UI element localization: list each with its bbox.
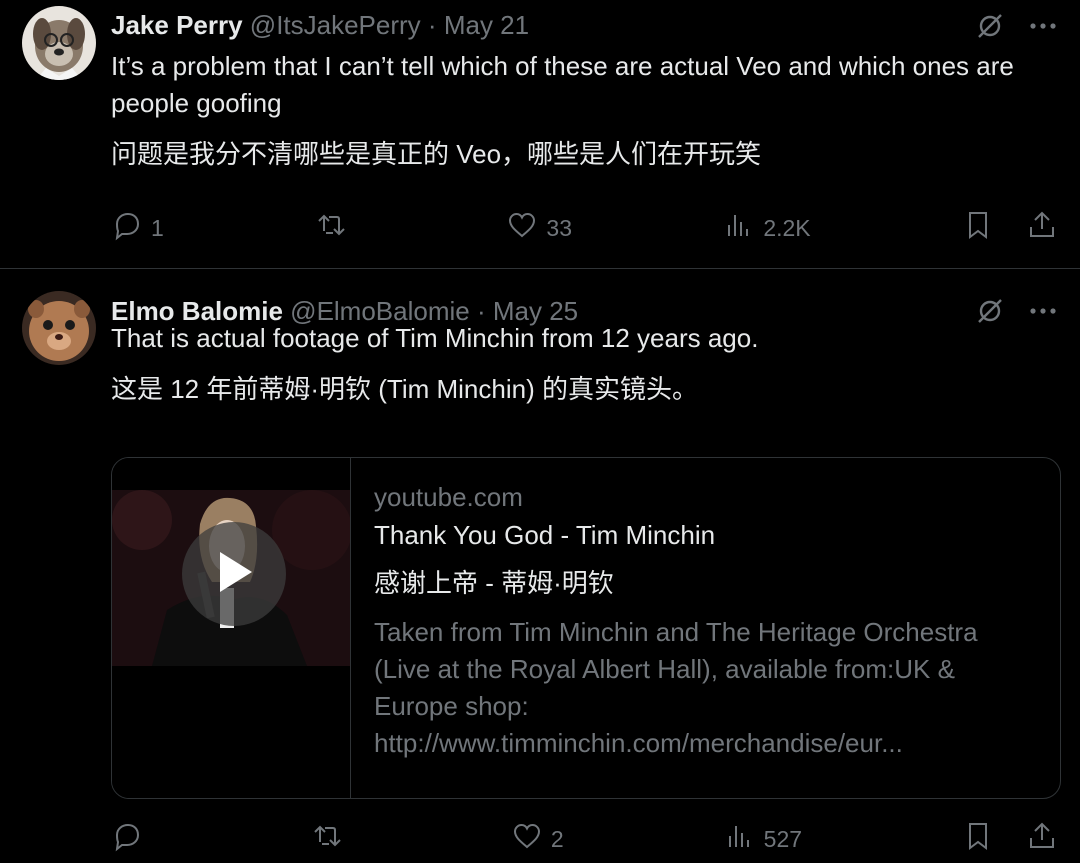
reply-icon xyxy=(111,209,143,247)
avatar[interactable] xyxy=(22,6,96,80)
reply-button[interactable]: 1 xyxy=(111,209,164,247)
like-icon xyxy=(506,209,538,247)
tweet[interactable]: Elmo Balomie @ElmoBalomie · May 25 That … xyxy=(0,269,1080,863)
share-button[interactable] xyxy=(1026,209,1058,247)
views-button[interactable]: 2.2K xyxy=(723,209,811,247)
like-button[interactable]: 2 xyxy=(511,820,564,858)
repost-button[interactable] xyxy=(311,820,351,858)
link-card[interactable]: youtube.com Thank You God - Tim Minchin … xyxy=(111,457,1061,799)
reply-icon xyxy=(111,820,143,858)
tweet-translation: 问题是我分不清哪些是真正的 Veo，哪些是人们在开玩笑 xyxy=(111,139,762,169)
like-button[interactable]: 33 xyxy=(506,209,572,247)
repost-button[interactable] xyxy=(315,209,355,247)
card-title-translation: 感谢上帝 - 蒂姆·明钦 xyxy=(374,568,614,598)
more-icon[interactable] xyxy=(1028,11,1058,46)
separator: · xyxy=(427,10,437,40)
tweet[interactable]: Jake Perry @ItsJakePerry · May 21 It’s a… xyxy=(0,0,1080,269)
play-icon xyxy=(212,548,256,601)
like-icon xyxy=(511,820,543,858)
tweet-actions: 2 527 xyxy=(111,820,1058,858)
card-domain: youtube.com xyxy=(374,482,523,512)
repost-icon xyxy=(315,209,347,247)
card-title: Thank You God - Tim Minchin xyxy=(374,520,716,550)
views-count: 527 xyxy=(763,825,803,852)
views-count: 2.2K xyxy=(763,214,811,241)
tweet-translation: 这是 12 年前蒂姆·明钦 (Tim Minchin) 的真实镜头。 xyxy=(111,374,698,404)
share-button[interactable] xyxy=(1026,820,1058,858)
views-icon xyxy=(723,209,755,247)
author-handle[interactable]: @ItsJakePerry xyxy=(250,10,421,40)
views-button[interactable]: 527 xyxy=(724,820,802,858)
like-count: 2 xyxy=(550,825,564,852)
tweet-header: Jake Perry @ItsJakePerry · May 21 xyxy=(111,9,529,41)
share-icon xyxy=(1026,820,1058,858)
tweet-text: It’s a problem that I can’t tell which o… xyxy=(111,51,1014,118)
timestamp[interactable]: May 21 xyxy=(444,10,529,40)
author-name[interactable]: Jake Perry xyxy=(111,10,243,40)
bookmark-button[interactable] xyxy=(962,209,994,247)
tweet-text: That is actual footage of Tim Minchin fr… xyxy=(111,323,759,353)
bookmark-button[interactable] xyxy=(962,820,994,858)
card-text: youtube.com Thank You God - Tim Minchin … xyxy=(374,480,1040,762)
grok-icon[interactable] xyxy=(974,10,1006,47)
card-description: Taken from Tim Minchin and The Heritage … xyxy=(374,617,978,758)
tweet-actions: 1 33 2.2K xyxy=(111,209,1058,247)
bookmark-icon xyxy=(962,209,994,247)
share-icon xyxy=(1026,209,1058,247)
repost-icon xyxy=(311,820,343,858)
like-count: 33 xyxy=(546,214,573,241)
tweet-top-actions xyxy=(974,10,1058,47)
views-icon xyxy=(724,820,756,858)
reply-count: 1 xyxy=(151,214,164,241)
bookmark-icon xyxy=(962,820,994,858)
video-thumbnail[interactable] xyxy=(112,458,351,798)
video-frame xyxy=(112,490,350,666)
avatar[interactable] xyxy=(22,291,96,365)
play-button[interactable] xyxy=(182,522,286,626)
reply-button[interactable] xyxy=(111,820,151,858)
